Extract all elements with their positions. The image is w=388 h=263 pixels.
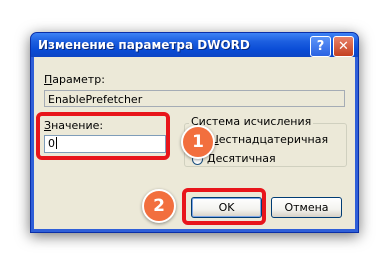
parameter-label: Параметр:: [44, 73, 105, 86]
parameter-name-field[interactable]: EnablePrefetcher: [44, 90, 345, 107]
window-title: Изменение параметра DWORD: [38, 38, 250, 52]
title-bar[interactable]: Изменение параметра DWORD ? ✕: [31, 33, 358, 57]
hex-radio-label[interactable]: Шестнадцатеричная: [207, 133, 328, 146]
help-button[interactable]: ?: [310, 36, 331, 57]
ok-highlight-frame: [182, 188, 266, 225]
cancel-button[interactable]: Отмена: [271, 197, 342, 218]
step-marker-1: 1: [181, 125, 215, 159]
close-icon: ✕: [338, 39, 349, 54]
help-icon: ?: [316, 39, 325, 54]
radix-group-title: Система исчисления: [189, 115, 314, 128]
close-button[interactable]: ✕: [333, 36, 354, 57]
decimal-radio-label[interactable]: Десятичная: [207, 152, 276, 165]
step-marker-2: 2: [142, 189, 176, 223]
value-highlight-frame: [36, 112, 170, 160]
